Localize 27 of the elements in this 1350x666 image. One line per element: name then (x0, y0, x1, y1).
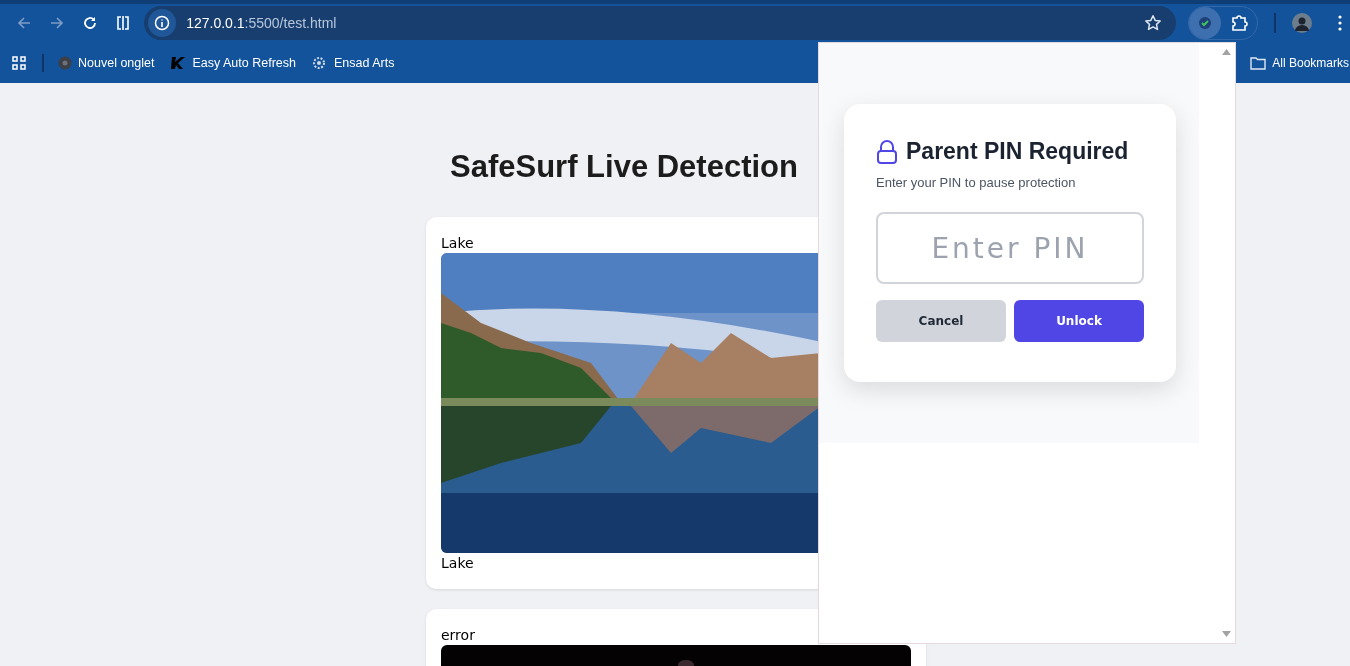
folder-icon (1250, 55, 1267, 70)
info-icon[interactable] (148, 9, 177, 37)
bookmark[interactable]: Ensad Arts (312, 55, 395, 70)
apps-icon[interactable] (12, 55, 26, 70)
image-caption: Lake (441, 554, 475, 573)
gear-icon (312, 55, 328, 70)
lock-icon (876, 139, 898, 164)
page-title: SafeSurf Live Detection (450, 149, 798, 185)
forward-arrow-icon (48, 15, 65, 31)
pin-input[interactable]: Enter PIN (876, 212, 1144, 284)
bookmark[interactable]: Easy Auto Refresh (170, 55, 296, 70)
bookmark[interactable]: Nouvel onglet (58, 55, 155, 70)
image-label: Lake (441, 234, 475, 253)
unlock-button[interactable]: Unlock (1014, 300, 1144, 342)
star-icon[interactable] (1144, 14, 1163, 32)
cancel-button[interactable]: Cancel (876, 300, 1006, 342)
back-arrow-icon (15, 15, 32, 31)
menu-icon[interactable] (1338, 15, 1342, 31)
dialog-subtitle: Enter your PIN to pause protection (876, 175, 1077, 190)
k-logo-icon (170, 55, 187, 70)
dialog-title: Parent PIN Required (906, 138, 1129, 165)
reload-icon (81, 15, 98, 31)
image-label: error (441, 626, 476, 645)
address-bar[interactable]: 127.0.0.1:5500/test.html (144, 6, 1177, 40)
all-bookmarks-button[interactable]: All Bookmarks (1250, 55, 1349, 70)
url-text: 127.0.0.1:5500/test.html (186, 15, 338, 31)
avatar-icon[interactable] (1292, 13, 1312, 33)
